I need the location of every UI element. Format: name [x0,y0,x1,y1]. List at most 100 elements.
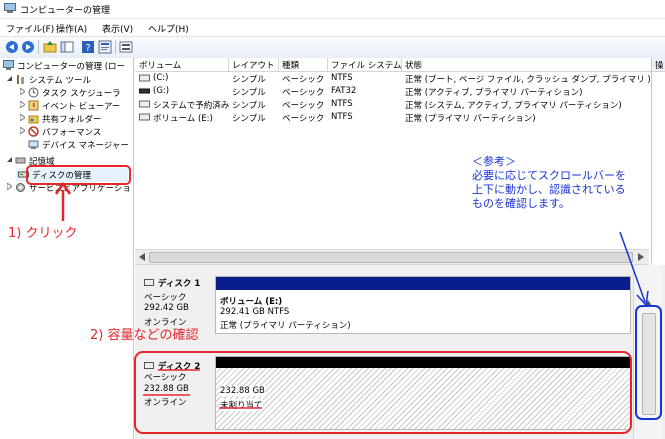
partition-volume-e[interactable]: ボリューム (E:) 292.41 GB NTFS 正常 (プライマリ パーティ… [215,276,631,334]
collapsed-triangle-icon[interactable] [20,88,25,95]
volume-row[interactable]: システムで予約済み シンプル ベーシック NTFS 正常 (システム, アクティ… [135,98,651,111]
column-header-filesystem[interactable]: ファイル システム [331,59,401,71]
computer-management-icon [4,3,16,13]
menu-help[interactable]: ヘルプ(H) [148,22,189,35]
disk-type: ベーシック [144,293,187,303]
title-bar: コンピューターの管理 [0,0,665,19]
partition-size-fs: 292.41 GB NTFS [220,307,290,317]
partition-unallocated[interactable]: 232.88 GB 未割り当て [215,356,631,430]
annotation-note-title: ＜参考＞ [472,155,516,168]
horizontal-scrollbar[interactable] [135,249,649,265]
annotation-note-line-2: 上下に動かし、認識されている [472,183,626,196]
expanded-triangle-icon[interactable] [7,156,12,163]
scroll-right-arrow-icon[interactable] [638,253,644,261]
back-arrow-icon[interactable] [5,40,19,54]
volume-status: 正常 (アクティブ, プライマリ パーティション) [405,88,583,98]
volume-icon [139,100,150,108]
volume-row[interactable]: ボリューム (E:) シンプル ベーシック NTFS 正常 (プライマリ パーテ… [135,111,651,124]
volume-name: システムで予約済み [153,101,230,111]
device-manager-icon [28,140,39,149]
volume-status: 正常 (システム, アクティブ, プライマリ パーティション) [405,101,622,111]
tree-item-label: デバイス マネージャー [42,141,129,151]
collapsed-triangle-icon[interactable] [7,183,12,190]
toolbar-separator [38,40,39,54]
volume-row[interactable]: (G:) シンプル ベーシック FAT32 正常 (アクティブ, プライマリ パ… [135,85,651,98]
partition-status: 未割り当て [220,399,263,411]
tree-item-label: サービスとアプリケーショ [29,184,131,194]
disk-size: 292.42 GB [144,303,189,313]
menu-file[interactable]: ファイル(F) [6,22,54,35]
shared-folder-icon [28,115,39,124]
volume-layout: シンプル [232,101,266,111]
removable-volume-icon [139,88,150,94]
console-tree: コンピューターの管理 (ロー システム ツール タスク スケジューラ イベント … [0,58,134,439]
volume-name: (G:) [153,86,170,96]
partition-size: 232.88 GB [220,386,265,396]
disk-list-icon[interactable] [119,40,133,54]
action-pane: 操 [651,58,665,263]
column-header-type[interactable]: 種類 [282,59,299,71]
disk-name: ディスク 1 [158,279,201,289]
console-tree-icon[interactable] [60,40,74,54]
volume-layout: シンプル [232,75,266,85]
volume-status: 正常 (ブート, ページ ファイル, クラッシュ ダンプ, プライマリ ) [405,75,651,85]
horizontal-scroll-thumb[interactable] [149,252,633,263]
scroll-up-arrow-icon[interactable] [644,300,652,306]
volume-layout: シンプル [232,114,266,124]
column-header-layout[interactable]: レイアウト [232,59,275,71]
partition-status: 正常 (プライマリ パーティション) [220,321,351,331]
column-separator[interactable] [228,58,229,71]
forward-arrow-icon[interactable] [21,40,35,54]
volume-status: 正常 (プライマリ パーティション) [405,114,536,124]
primary-partition-bar [216,277,630,290]
vertical-scroll-thumb[interactable] [642,313,656,415]
collapsed-triangle-icon[interactable] [20,114,25,121]
annotation-note-line-1: 必要に応じてスクロールバーを [472,169,626,182]
tree-item-label: イベント ビューアー [42,102,121,112]
clock-icon [28,87,39,98]
annotation-step-1: 1) クリック [8,226,78,241]
column-separator[interactable] [327,58,328,71]
up-folder-icon[interactable] [43,40,57,54]
volume-type: ベーシック [282,114,325,124]
collapsed-triangle-icon[interactable] [20,127,25,134]
expanded-triangle-icon[interactable] [7,75,12,82]
collapsed-triangle-icon[interactable] [20,101,25,108]
performance-icon [28,126,39,137]
help-icon[interactable]: ? [81,40,95,54]
volume-row[interactable]: (C:) シンプル ベーシック NTFS 正常 (ブート, ページ ファイル, … [135,72,651,85]
tree-item-label: 記憶域 [29,157,55,167]
volume-name: (C:) [153,73,169,83]
unallocated-bar [216,357,630,368]
vertical-scrollbar[interactable] [633,265,662,439]
column-separator[interactable] [278,58,279,71]
tools-icon [17,75,24,84]
tree-item-label: コンピューターの管理 (ロー [17,62,126,72]
column-header-status[interactable]: 状態 [405,59,422,71]
menu-view[interactable]: 表示(V) [102,22,133,35]
disk-2-label[interactable]: ディスク 2 ベーシック 232.88 GB オンライン [140,358,212,418]
tree-item-disk-management[interactable]: ディスクの管理 [16,168,128,182]
disk-type: ベーシック [144,373,187,383]
volume-name: ボリューム (E:) [153,114,213,124]
disk-icon [144,362,154,369]
volume-filesystem: FAT32 [331,86,357,96]
volume-type: ベーシック [282,75,325,85]
column-header-volume[interactable]: ボリューム [139,59,181,71]
window-title: コンピューターの管理 [20,6,111,16]
scroll-left-arrow-icon[interactable] [139,253,145,261]
volume-filesystem: NTFS [331,73,353,83]
tree-item-label: システム ツール [29,76,91,86]
properties-icon[interactable] [98,40,112,54]
disk-size: 232.88 GB [144,384,189,394]
menu-bar: ファイル(F) 操作(A) 表示(V) ヘルプ(H) [0,19,665,35]
volume-filesystem: NTFS [331,112,353,122]
menu-action[interactable]: 操作(A) [56,22,87,35]
disk-management-icon [18,171,29,178]
tree-item-label: タスク スケジューラ [42,89,121,99]
volume-type: ベーシック [282,101,325,111]
annotation-step-2: 2) 容量などの確認 [90,328,199,343]
volume-icon [139,74,150,82]
disk-icon [144,279,154,286]
column-separator[interactable] [401,58,402,71]
